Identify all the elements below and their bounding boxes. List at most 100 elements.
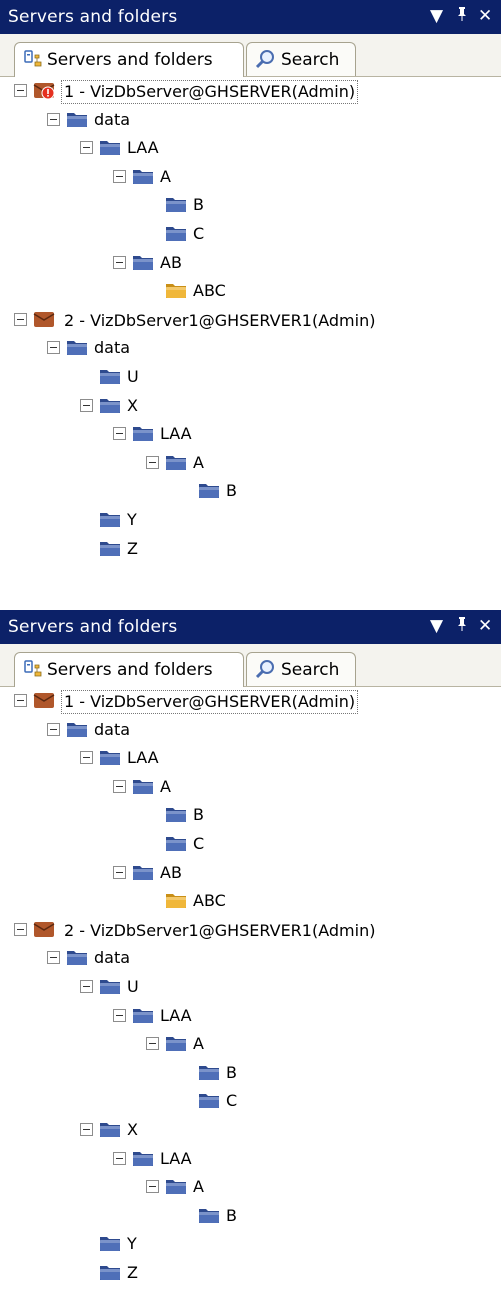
tree-row-p2r11[interactable]: LAA: [0, 1005, 501, 1031]
tree-row-p1r2[interactable]: LAA: [0, 137, 501, 163]
collapse-toggle-icon[interactable]: [146, 1037, 159, 1051]
collapse-toggle-icon[interactable]: [113, 427, 126, 441]
tree-row-p2r15[interactable]: X: [0, 1119, 501, 1145]
collapse-toggle-icon[interactable]: [80, 398, 93, 412]
collapse-toggle-icon[interactable]: [113, 1008, 126, 1022]
tree-row-p2r5[interactable]: C: [0, 833, 501, 859]
tree-row-p1r11[interactable]: X: [0, 395, 501, 421]
tree-node-label[interactable]: LAA: [160, 423, 192, 445]
tree-row-p2r1[interactable]: data: [0, 719, 501, 745]
dropdown-arrow-icon[interactable]: ▼: [430, 6, 443, 26]
collapse-toggle-icon[interactable]: [47, 722, 60, 736]
tree-row-p2r12[interactable]: A: [0, 1033, 501, 1059]
tree-row-p2r16[interactable]: LAA: [0, 1148, 501, 1174]
tree-node-label[interactable]: 2 - VizDbServer1@GHSERVER1(Admin): [61, 309, 378, 333]
tree-node-label[interactable]: B: [226, 1062, 237, 1084]
tree-row-p1r15[interactable]: Y: [0, 509, 501, 535]
tree-node-label[interactable]: LAA: [160, 1005, 192, 1027]
tree-row-p1r7[interactable]: ABC: [0, 280, 501, 306]
collapse-toggle-icon[interactable]: [47, 341, 60, 355]
tree-row-p1r12[interactable]: LAA: [0, 423, 501, 449]
tree-node-label[interactable]: C: [193, 223, 204, 245]
tree-row-p2r2[interactable]: LAA: [0, 747, 501, 773]
tree-row-p1r0[interactable]: 1 - VizDbServer@GHSERVER(Admin): [0, 80, 501, 106]
tree-row-p1r5[interactable]: C: [0, 223, 501, 249]
close-icon[interactable]: ✕: [478, 6, 492, 26]
tree-node-label[interactable]: LAA: [160, 1148, 192, 1170]
tree-node-label[interactable]: data: [94, 947, 130, 969]
tree-row-p1r14[interactable]: B: [0, 480, 501, 506]
tree-node-label[interactable]: A: [193, 1033, 204, 1055]
tree-node-label[interactable]: U: [127, 366, 139, 388]
tab-servers-and-folders[interactable]: Servers and folders: [14, 42, 244, 77]
tree-row-p2r18[interactable]: B: [0, 1205, 501, 1231]
tree-node-label[interactable]: B: [193, 804, 204, 826]
tree-row-p2r8[interactable]: 2 - VizDbServer1@GHSERVER1(Admin): [0, 919, 501, 945]
tree-node-label[interactable]: Z: [127, 1262, 138, 1284]
tree-node-label[interactable]: A: [160, 776, 171, 798]
tree-node-label[interactable]: 1 - VizDbServer@GHSERVER(Admin): [61, 80, 359, 104]
tree-row-p2r13[interactable]: B: [0, 1062, 501, 1088]
tree-node-label[interactable]: 2 - VizDbServer1@GHSERVER1(Admin): [61, 919, 378, 943]
dropdown-arrow-icon[interactable]: ▼: [430, 616, 443, 636]
collapse-toggle-icon[interactable]: [80, 751, 93, 765]
tree-row-p1r1[interactable]: data: [0, 109, 501, 135]
collapse-toggle-icon[interactable]: [146, 1180, 159, 1194]
close-icon[interactable]: ✕: [478, 616, 492, 636]
collapse-toggle-icon[interactable]: [146, 455, 159, 469]
tree-row-p2r9[interactable]: data: [0, 947, 501, 973]
collapse-toggle-icon[interactable]: [80, 1123, 93, 1136]
collapse-toggle-icon[interactable]: [14, 694, 27, 707]
tree-row-p1r16[interactable]: Z: [0, 538, 501, 564]
tree-row-p2r0[interactable]: 1 - VizDbServer@GHSERVER(Admin): [0, 690, 501, 716]
tree-node-label[interactable]: data: [94, 337, 130, 359]
tree-row-p2r3[interactable]: A: [0, 776, 501, 802]
tree-row-p2r19[interactable]: Y: [0, 1233, 501, 1259]
pin-icon[interactable]: [456, 6, 468, 26]
pin-icon[interactable]: [456, 616, 468, 636]
tree-row-p1r8[interactable]: 2 - VizDbServer1@GHSERVER1(Admin): [0, 309, 501, 335]
collapse-toggle-icon[interactable]: [113, 169, 126, 183]
tree-node-label[interactable]: 1 - VizDbServer@GHSERVER(Admin): [61, 690, 359, 714]
collapse-toggle-icon[interactable]: [113, 255, 126, 269]
tree-node-label[interactable]: ABC: [193, 280, 226, 302]
collapse-toggle-icon[interactable]: [113, 865, 126, 879]
tree-node-label[interactable]: Z: [127, 538, 138, 560]
tree-row-p1r4[interactable]: B: [0, 194, 501, 220]
tree-row-p2r7[interactable]: ABC: [0, 890, 501, 916]
tree-node-label[interactable]: B: [226, 480, 237, 502]
collapse-toggle-icon[interactable]: [47, 951, 60, 965]
tree-row-p2r20[interactable]: Z: [0, 1262, 501, 1288]
tree-row-p2r6[interactable]: AB: [0, 862, 501, 888]
tree-node-label[interactable]: A: [193, 1176, 204, 1198]
tree-node-label[interactable]: X: [127, 1119, 138, 1141]
tree-node-label[interactable]: B: [193, 194, 204, 216]
tree-node-label[interactable]: LAA: [127, 747, 159, 769]
collapse-toggle-icon[interactable]: [14, 84, 27, 97]
tree-row-p1r13[interactable]: A: [0, 452, 501, 478]
tree-node-label[interactable]: B: [226, 1205, 237, 1227]
tab-search[interactable]: Search: [246, 652, 356, 686]
tree-node-label[interactable]: C: [226, 1090, 237, 1112]
tree-node-label[interactable]: LAA: [127, 137, 159, 159]
collapse-toggle-icon[interactable]: [113, 1151, 126, 1165]
collapse-toggle-icon[interactable]: [14, 312, 27, 326]
tree-node-label[interactable]: A: [193, 452, 204, 474]
tab-search[interactable]: Search: [246, 42, 356, 76]
collapse-toggle-icon[interactable]: [80, 141, 93, 155]
tree-node-label[interactable]: AB: [160, 862, 182, 884]
tree-node-label[interactable]: U: [127, 976, 139, 998]
tree-row-p1r10[interactable]: U: [0, 366, 501, 392]
tree-row-p2r4[interactable]: B: [0, 804, 501, 830]
tree-node-label[interactable]: Y: [127, 509, 137, 531]
collapse-toggle-icon[interactable]: [80, 980, 93, 993]
tree-row-p2r17[interactable]: A: [0, 1176, 501, 1202]
tree-node-label[interactable]: Y: [127, 1233, 137, 1255]
tree-node-label[interactable]: A: [160, 166, 171, 188]
tree-row-p2r10[interactable]: U: [0, 976, 501, 1002]
collapse-toggle-icon[interactable]: [14, 922, 27, 936]
collapse-toggle-icon[interactable]: [113, 779, 126, 793]
tab-servers-and-folders[interactable]: Servers and folders: [14, 652, 244, 687]
tree-node-label[interactable]: X: [127, 395, 138, 417]
tree-row-p1r3[interactable]: A: [0, 166, 501, 192]
